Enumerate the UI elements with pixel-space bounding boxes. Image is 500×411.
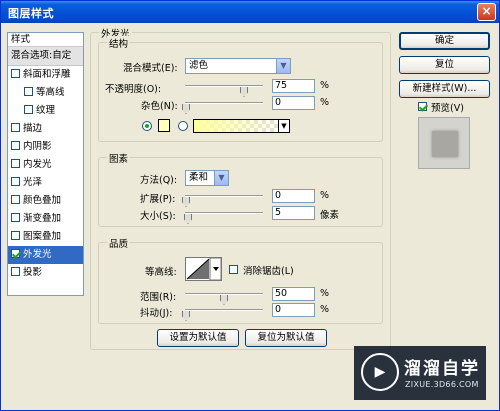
noise-slider-track[interactable] — [185, 102, 263, 104]
spread-unit: % — [320, 190, 330, 201]
jitter-slider-track[interactable] — [185, 309, 263, 311]
spread-slider-track[interactable] — [185, 195, 263, 197]
technique-label: 方法(Q): — [140, 175, 178, 186]
quality-group: 品质 等高线: 消除锯齿(L) 范围(R): 50 % 抖动(J): 0 % — [98, 236, 383, 324]
noise-input[interactable]: 0 — [272, 96, 315, 110]
opacity-input[interactable]: 75 — [272, 79, 315, 93]
jitter-label: 抖动(J): — [140, 308, 173, 319]
blend-mode-label: 混合模式(E): — [123, 63, 178, 74]
style-item-texture[interactable]: 纹理 — [8, 102, 83, 120]
technique-value: 柔和 — [189, 172, 209, 183]
styles-header[interactable]: 样式 — [8, 33, 83, 47]
style-item-pattern-overlay[interactable]: 图案叠加 — [8, 228, 83, 246]
checkbox[interactable] — [11, 69, 20, 78]
style-item-inner-shadow[interactable]: 内阴影 — [8, 138, 83, 156]
watermark-url: ZIXUE.3D66.COM — [405, 380, 479, 389]
contour-curve-icon — [186, 257, 222, 281]
gradient-radio[interactable] — [178, 121, 188, 131]
solid-color-radio[interactable] — [142, 121, 152, 131]
elements-title: 图素 — [107, 151, 131, 165]
title-bar[interactable]: 图层样式 × — [1, 1, 499, 23]
glow-color-swatch[interactable] — [158, 119, 170, 132]
size-label: 大小(S): — [140, 211, 176, 222]
structure-title: 结构 — [107, 36, 131, 50]
preview-swatch — [432, 131, 458, 157]
window-title: 图层样式 — [8, 7, 54, 20]
range-slider-track[interactable] — [185, 293, 263, 295]
close-button[interactable]: × — [477, 3, 496, 21]
spread-slider-thumb[interactable] — [182, 197, 190, 207]
range-label: 范围(R): — [140, 292, 177, 303]
size-unit: 像素 — [320, 210, 340, 221]
style-item-inner-glow[interactable]: 内发光 — [8, 156, 83, 174]
noise-slider-thumb[interactable] — [182, 104, 190, 114]
style-item-bevel-emboss[interactable]: 斜面和浮雕 — [8, 66, 83, 84]
range-unit: % — [320, 288, 330, 299]
checkbox[interactable] — [24, 105, 33, 114]
noise-unit: % — [320, 97, 330, 108]
size-input[interactable]: 5 — [272, 206, 315, 220]
style-item-drop-shadow[interactable]: 投影 — [8, 264, 83, 282]
style-item-gradient-overlay[interactable]: 渐变叠加 — [8, 210, 83, 228]
reset-default-button[interactable]: 复位为默认值 — [245, 329, 327, 347]
checkbox[interactable] — [11, 195, 20, 204]
quality-title: 品质 — [107, 236, 131, 250]
watermark-title: 溜溜自学 — [404, 359, 480, 379]
technique-select[interactable]: 柔和 ▼ — [185, 170, 229, 186]
chevron-down-icon: ▼ — [214, 171, 228, 185]
checkbox[interactable] — [11, 159, 20, 168]
range-input[interactable]: 50 — [272, 287, 315, 301]
opacity-slider-thumb[interactable] — [240, 87, 248, 97]
layer-style-dialog: 图层样式 × 样式 混合选项:自定 斜面和浮雕 等高线 纹理 描边 内阴影 内发… — [0, 0, 500, 411]
gradient-swatch[interactable]: ▼ — [193, 119, 290, 133]
opacity-label: 不透明度(O): — [105, 84, 162, 95]
spread-input[interactable]: 0 — [272, 189, 315, 203]
contour-label: 等高线: — [145, 267, 177, 278]
checkbox[interactable] — [11, 249, 20, 258]
jitter-unit: % — [320, 304, 330, 315]
outer-glow-group: 外发光 结构 混合模式(E): 滤色 ▼ 不透明度(O): 75 % 杂色(N)… — [90, 26, 391, 350]
new-style-button[interactable]: 新建样式(W)... — [399, 80, 490, 98]
elements-group: 图素 方法(Q): 柔和 ▼ 扩展(P): 0 % 大小(S): 5 像素 — [98, 151, 383, 227]
opacity-unit: % — [320, 80, 330, 91]
preview-label[interactable]: 预览(V) — [431, 100, 464, 114]
checkbox[interactable] — [11, 141, 20, 150]
blend-mode-select[interactable]: 滤色 ▼ — [185, 58, 291, 74]
blending-options-item[interactable]: 混合选项:自定 — [8, 47, 83, 66]
checkbox[interactable] — [11, 267, 20, 276]
blend-mode-value: 滤色 — [189, 60, 209, 71]
watermark: ▶ 溜溜自学 ZIXUE.3D66.COM — [354, 346, 486, 400]
noise-label: 杂色(N): — [141, 101, 178, 112]
play-logo-icon: ▶ — [361, 353, 399, 391]
structure-group: 结构 混合模式(E): 滤色 ▼ 不透明度(O): 75 % 杂色(N): 0 … — [98, 36, 383, 142]
checkbox[interactable] — [11, 231, 20, 240]
spread-label: 扩展(P): — [140, 194, 176, 205]
preview-checkbox[interactable] — [418, 102, 427, 111]
checkbox[interactable] — [11, 123, 20, 132]
checkbox[interactable] — [24, 87, 33, 96]
style-item-color-overlay[interactable]: 颜色叠加 — [8, 192, 83, 210]
jitter-slider-thumb[interactable] — [182, 311, 190, 321]
opacity-slider-track[interactable] — [185, 85, 263, 87]
styles-list: 样式 混合选项:自定 斜面和浮雕 等高线 纹理 描边 内阴影 内发光 光泽 颜色… — [7, 32, 84, 296]
make-default-button[interactable]: 设置为默认值 — [157, 329, 239, 347]
caret-down-icon[interactable]: ▼ — [278, 120, 289, 132]
size-slider-thumb[interactable] — [184, 214, 192, 224]
reset-button[interactable]: 复位 — [399, 56, 490, 74]
style-preview — [418, 117, 470, 169]
style-item-satin[interactable]: 光泽 — [8, 174, 83, 192]
style-item-outer-glow[interactable]: 外发光 — [8, 246, 83, 264]
ok-button[interactable]: 确定 — [399, 32, 490, 50]
contour-picker[interactable] — [185, 257, 222, 281]
jitter-input[interactable]: 0 — [272, 303, 315, 317]
antialias-label[interactable]: 消除锯齿(L) — [243, 263, 294, 277]
style-item-stroke[interactable]: 描边 — [8, 120, 83, 138]
size-slider-track[interactable] — [185, 212, 263, 214]
range-slider-thumb[interactable] — [220, 295, 228, 305]
chevron-down-icon: ▼ — [276, 59, 290, 73]
checkbox[interactable] — [11, 213, 20, 222]
checkbox[interactable] — [11, 177, 20, 186]
style-item-contour[interactable]: 等高线 — [8, 84, 83, 102]
antialias-checkbox[interactable] — [229, 265, 238, 274]
